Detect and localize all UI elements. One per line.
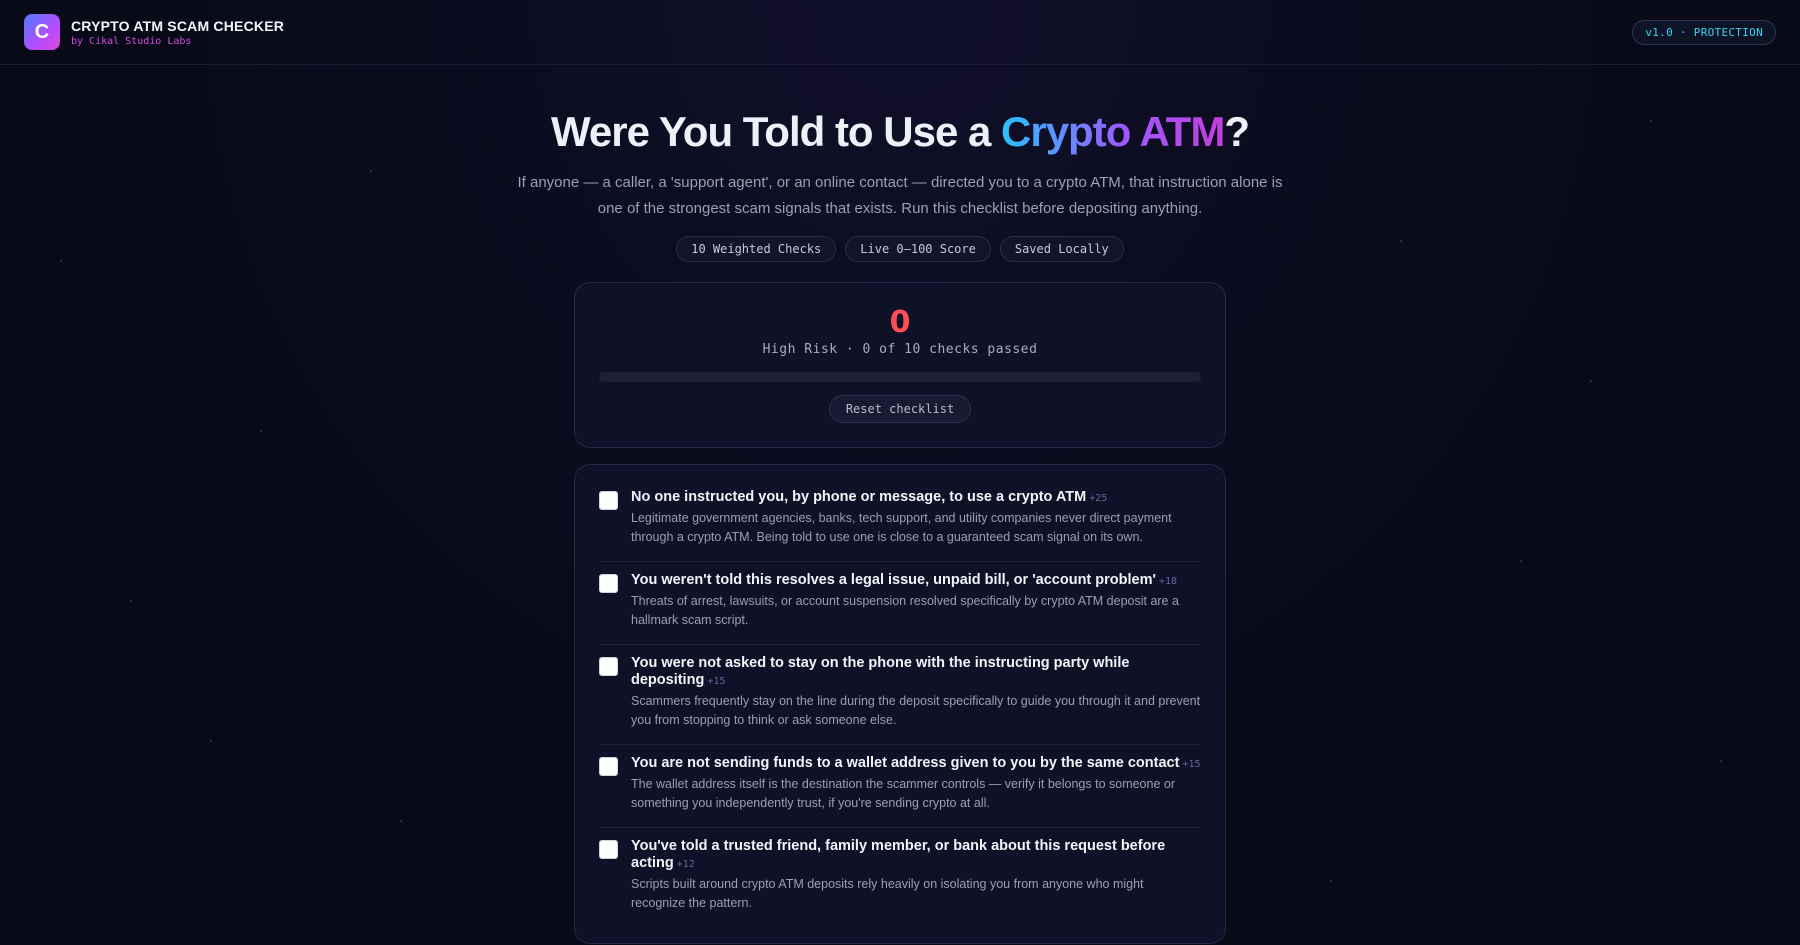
check-title: You are not sending funds to a wallet ad… <box>631 755 1201 771</box>
checklist-item[interactable]: No one instructed you, by phone or messa… <box>599 479 1201 562</box>
check-points: +12 <box>676 859 695 870</box>
check-title: No one instructed you, by phone or messa… <box>631 489 1108 505</box>
version-badge: v1.0 · PROTECTION <box>1632 19 1776 45</box>
checkbox[interactable] <box>599 574 618 593</box>
score-value: 0 <box>889 305 911 340</box>
hero-description: If anyone — a caller, a 'support agent',… <box>517 174 1283 217</box>
check-points: +15 <box>1182 759 1201 770</box>
score-label: High Risk · 0 of 10 checks passed <box>762 342 1038 357</box>
pill-weighted-checks: 10 Weighted Checks <box>676 236 837 262</box>
brand[interactable]: C CRYPTO ATM SCAM CHECKER by Cikal Studi… <box>24 14 284 50</box>
checklist-item[interactable]: You were not asked to stay on the phone … <box>599 645 1201 745</box>
pill-live-score: Live 0–100 Score <box>845 236 991 262</box>
pill-saved-locally: Saved Locally <box>999 236 1124 262</box>
check-description: Legitimate government agencies, banks, t… <box>631 511 1172 544</box>
page-title: Were You Told to Use a Crypto ATM? <box>551 108 1250 155</box>
check-points: +15 <box>707 676 726 687</box>
checklist-item[interactable]: You are not sending funds to a wallet ad… <box>599 745 1201 828</box>
checkbox[interactable] <box>599 491 618 510</box>
hero: Were You Told to Use a Crypto ATM? If an… <box>0 108 1800 262</box>
reset-checklist-button[interactable]: Reset checklist <box>828 395 972 423</box>
checkbox[interactable] <box>599 757 618 776</box>
score-card: 0 High Risk · 0 of 10 checks passed Rese… <box>574 282 1226 448</box>
title-highlight: Crypto ATM <box>1001 108 1225 155</box>
feature-pills: 10 Weighted Checks Live 0–100 Score Save… <box>0 236 1800 262</box>
app-title: CRYPTO ATM SCAM CHECKER <box>71 17 285 34</box>
check-points: +25 <box>1089 493 1108 504</box>
check-description: Scripts built around crypto ATM deposits… <box>631 877 1144 910</box>
checkbox[interactable] <box>599 840 618 859</box>
check-description: The wallet address itself is the destina… <box>631 777 1176 810</box>
logo: C <box>24 14 60 50</box>
checkbox[interactable] <box>599 657 618 676</box>
app-subtitle: by Cikal Studio Labs <box>71 35 192 47</box>
check-points: +18 <box>1158 576 1177 587</box>
check-title: You weren't told this resolves a legal i… <box>631 572 1177 588</box>
checklist-item[interactable]: You've told a trusted friend, family mem… <box>599 828 1201 927</box>
checklist-item[interactable]: You weren't told this resolves a legal i… <box>599 562 1201 645</box>
check-title: You've told a trusted friend, family mem… <box>631 838 1166 871</box>
top-bar: C CRYPTO ATM SCAM CHECKER by Cikal Studi… <box>0 0 1800 65</box>
check-description: Scammers frequently stay on the line dur… <box>631 694 1201 727</box>
score-progress-bar <box>599 372 1201 382</box>
checklist: No one instructed you, by phone or messa… <box>574 464 1226 944</box>
check-description: Threats of arrest, lawsuits, or account … <box>631 594 1179 627</box>
check-title: You were not asked to stay on the phone … <box>631 655 1130 688</box>
